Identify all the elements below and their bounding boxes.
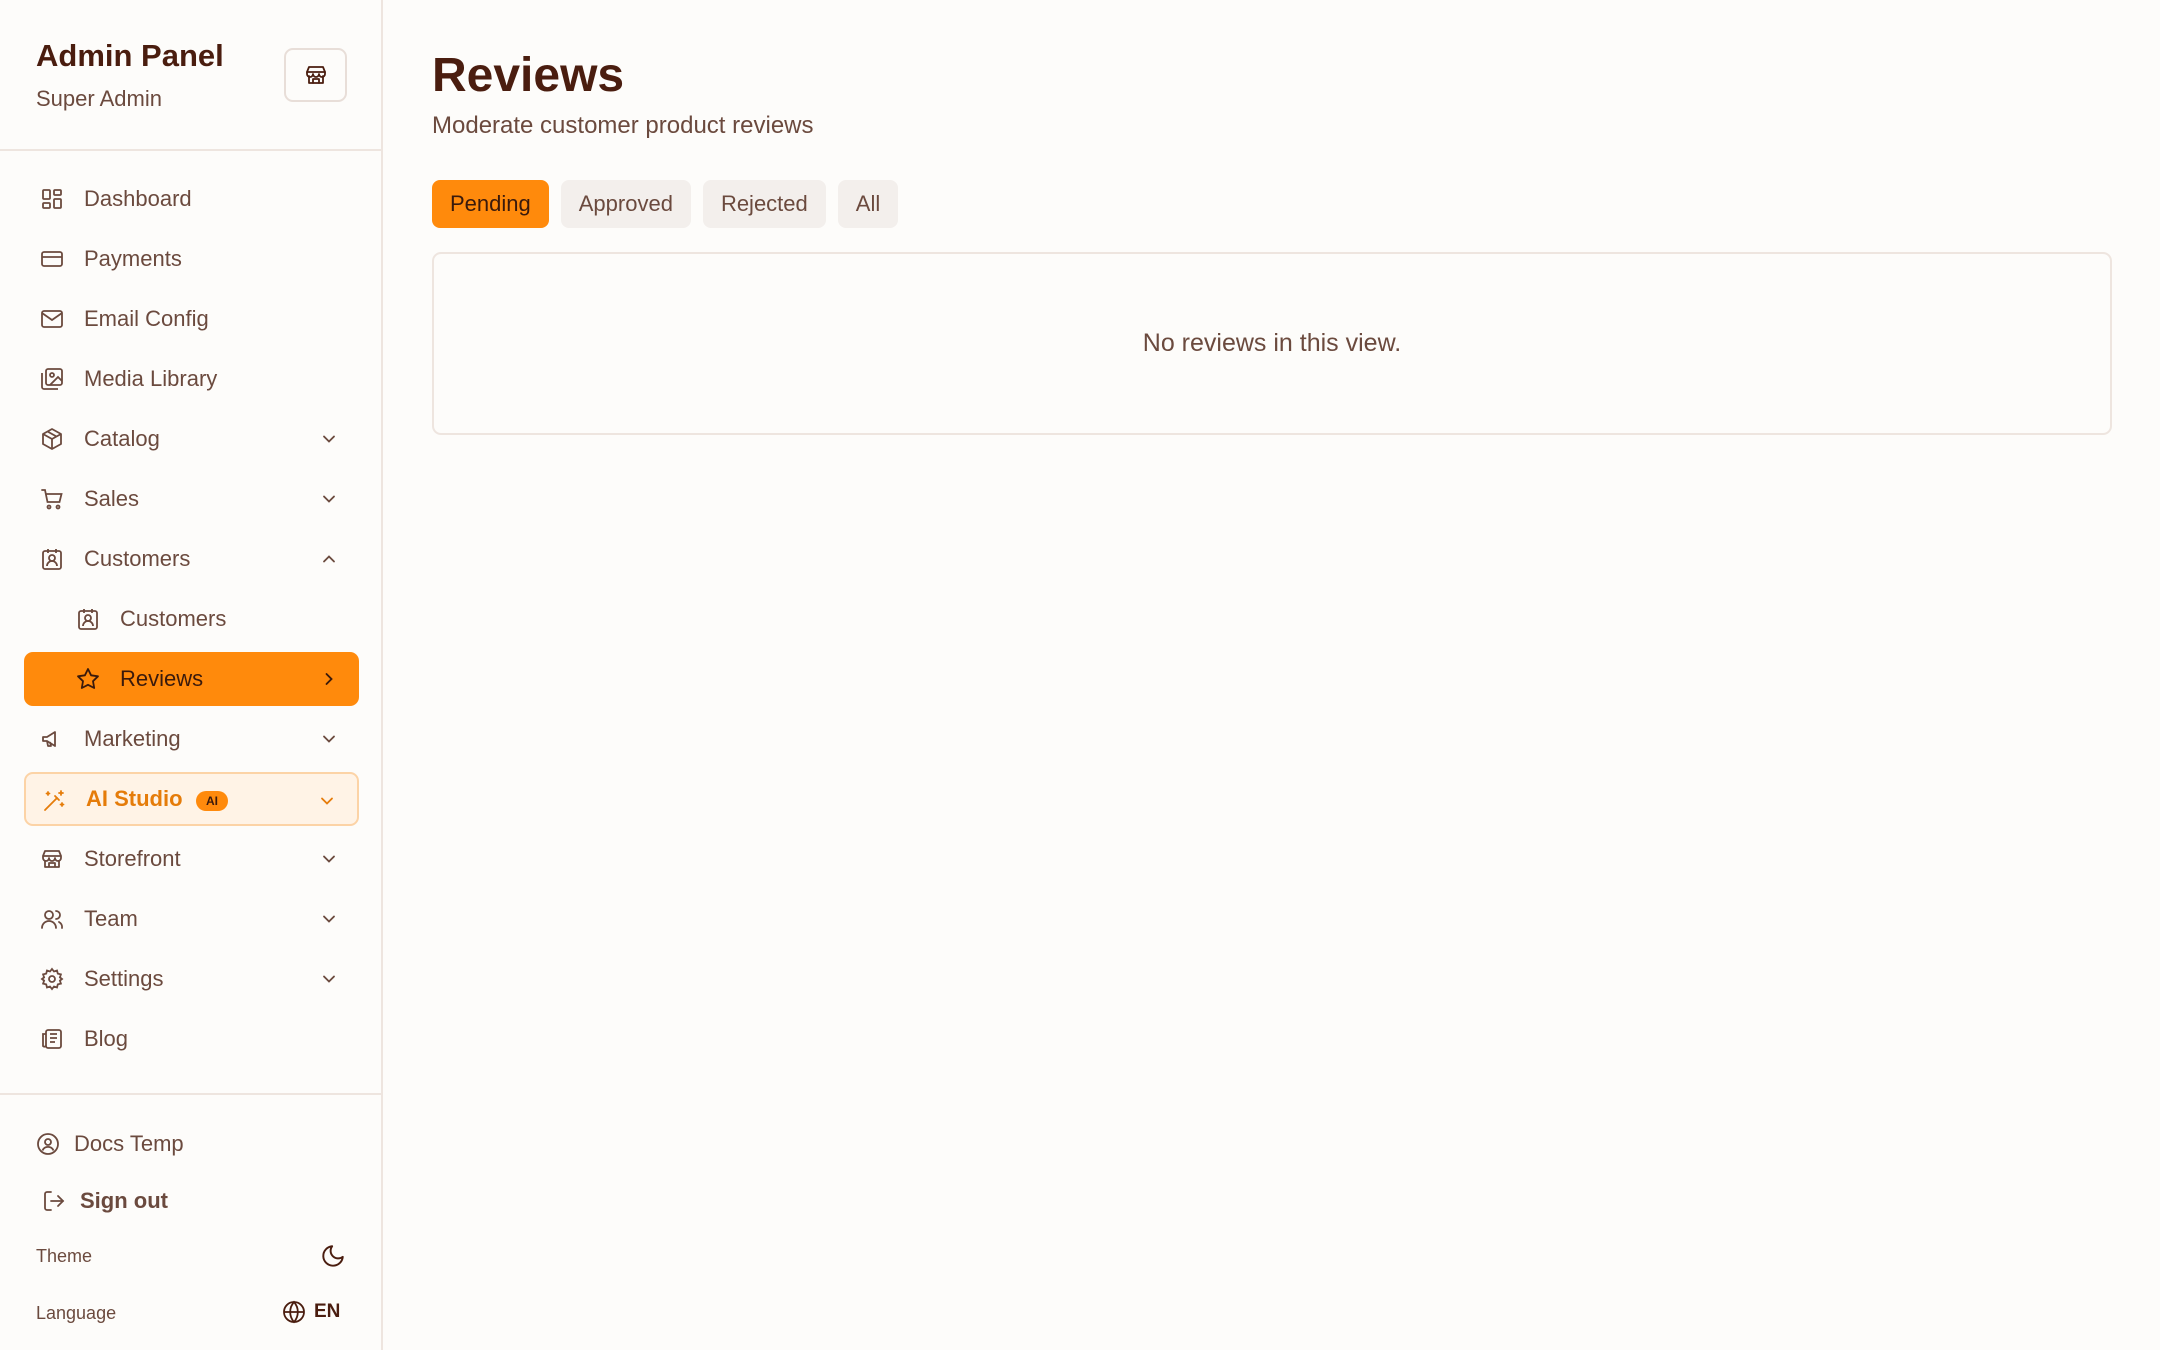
sidebar-item-label: Payments	[84, 246, 182, 271]
sidebar-item-label: AI Studio	[86, 786, 183, 811]
tab-pending[interactable]: Pending	[432, 180, 549, 228]
magic-wand-icon	[44, 790, 65, 811]
sign-out-button[interactable]: Sign out	[42, 1188, 168, 1214]
images-icon	[41, 368, 63, 390]
store-icon	[42, 850, 62, 868]
sidebar-item-settings[interactable]: Settings	[24, 952, 359, 1006]
chevron-down-icon	[323, 975, 335, 983]
empty-message: No reviews in this view.	[1142, 329, 1402, 357]
sidebar-item-label: Email Config	[84, 306, 209, 331]
tab-all[interactable]: All	[837, 180, 899, 228]
sidebar-item-payments[interactable]: Payments	[24, 232, 359, 286]
newspaper-icon	[42, 1029, 62, 1049]
language-selector[interactable]: EN	[282, 1300, 340, 1324]
language-value: EN	[314, 1301, 341, 1322]
reviews-empty-state: No reviews in this view.	[432, 252, 2112, 435]
sidebar-item-blog[interactable]: Blog	[24, 1012, 359, 1066]
view-store-button[interactable]	[284, 48, 347, 102]
chevron-down-icon	[323, 915, 335, 923]
shopping-cart-icon	[41, 489, 63, 510]
sidebar-item-storefront[interactable]: Storefront	[24, 832, 359, 886]
user-name: Docs Temp	[74, 1131, 184, 1156]
theme-label: Theme	[36, 1246, 93, 1266]
sidebar-item-label: Storefront	[84, 846, 181, 871]
dashboard-icon	[42, 189, 62, 209]
star-icon	[77, 668, 99, 689]
sidebar-item-catalog[interactable]: Catalog	[24, 412, 359, 466]
sidebar-header: Admin Panel Super Admin	[0, 0, 381, 151]
sidebar-item-label: Marketing	[84, 726, 181, 751]
megaphone-icon	[42, 731, 56, 747]
sidebar-item-dashboard[interactable]: Dashboard	[24, 172, 359, 226]
sidebar: Admin Panel Super Admin Dashboard Paymen…	[0, 0, 383, 1350]
package-icon	[42, 428, 62, 450]
sidebar-item-media-library[interactable]: Media Library	[24, 352, 359, 406]
app-subtitle: Super Admin	[36, 86, 162, 111]
sidebar-item-label: Catalog	[84, 426, 160, 451]
contact-icon	[78, 609, 98, 630]
page-title: Reviews	[432, 49, 625, 102]
sidebar-nav: Dashboard Payments Email Config Media Li…	[24, 172, 359, 1072]
sidebar-item-marketing[interactable]: Marketing	[24, 712, 359, 766]
globe-icon	[283, 1300, 305, 1324]
language-label: Language	[36, 1303, 117, 1323]
gear-icon	[40, 967, 64, 991]
user-profile-link[interactable]: Docs Temp	[36, 1131, 184, 1157]
mail-icon	[41, 310, 63, 328]
chevron-down-icon	[323, 855, 335, 863]
sign-out-icon	[44, 1191, 65, 1211]
contact-icon	[42, 549, 62, 570]
chevron-right-icon	[325, 673, 333, 685]
app-title: Admin Panel	[36, 38, 224, 73]
sidebar-footer: Docs Temp Sign out Theme Language EN	[0, 1093, 381, 1350]
tab-approved[interactable]: Approved	[560, 180, 691, 228]
sidebar-item-label: Customers	[84, 546, 191, 571]
theme-toggle[interactable]	[320, 1243, 346, 1274]
chevron-down-icon	[323, 495, 335, 503]
sidebar-item-label: Blog	[84, 1026, 129, 1051]
sidebar-subitem-customers[interactable]: Customers	[24, 592, 359, 646]
sidebar-subitem-reviews[interactable]: Reviews	[24, 652, 359, 706]
chevron-down-icon	[323, 435, 335, 443]
users-icon	[41, 910, 63, 929]
ai-badge: AI	[196, 791, 228, 811]
moon-icon	[322, 1245, 344, 1267]
sidebar-item-sales[interactable]: Sales	[24, 472, 359, 526]
sidebar-item-label: Settings	[84, 966, 164, 991]
sidebar-item-label: Dashboard	[84, 186, 192, 211]
credit-card-icon	[41, 251, 63, 267]
chevron-down-icon	[323, 735, 335, 743]
tab-rejected[interactable]: Rejected	[702, 180, 826, 228]
chevron-down-icon	[321, 797, 333, 805]
sidebar-item-team[interactable]: Team	[24, 892, 359, 946]
sign-out-label: Sign out	[80, 1188, 168, 1213]
sidebar-item-customers-group[interactable]: Customers	[24, 532, 359, 586]
sidebar-item-label: Customers	[120, 606, 227, 631]
sidebar-item-ai-studio[interactable]: AI Studio AI	[24, 772, 359, 826]
chevron-up-icon	[323, 555, 335, 563]
page-subtitle: Moderate customer product reviews	[432, 112, 814, 139]
sidebar-item-email-config[interactable]: Email Config	[24, 292, 359, 346]
review-status-tabs: Pending Approved Rejected All	[432, 180, 910, 228]
user-circle-icon	[37, 1133, 59, 1155]
sidebar-item-label: Team	[84, 906, 138, 931]
sidebar-item-label: Media Library	[84, 366, 218, 391]
sidebar-item-label: Sales	[84, 486, 140, 511]
store-icon	[305, 66, 326, 84]
sidebar-item-label: Reviews	[120, 666, 204, 691]
